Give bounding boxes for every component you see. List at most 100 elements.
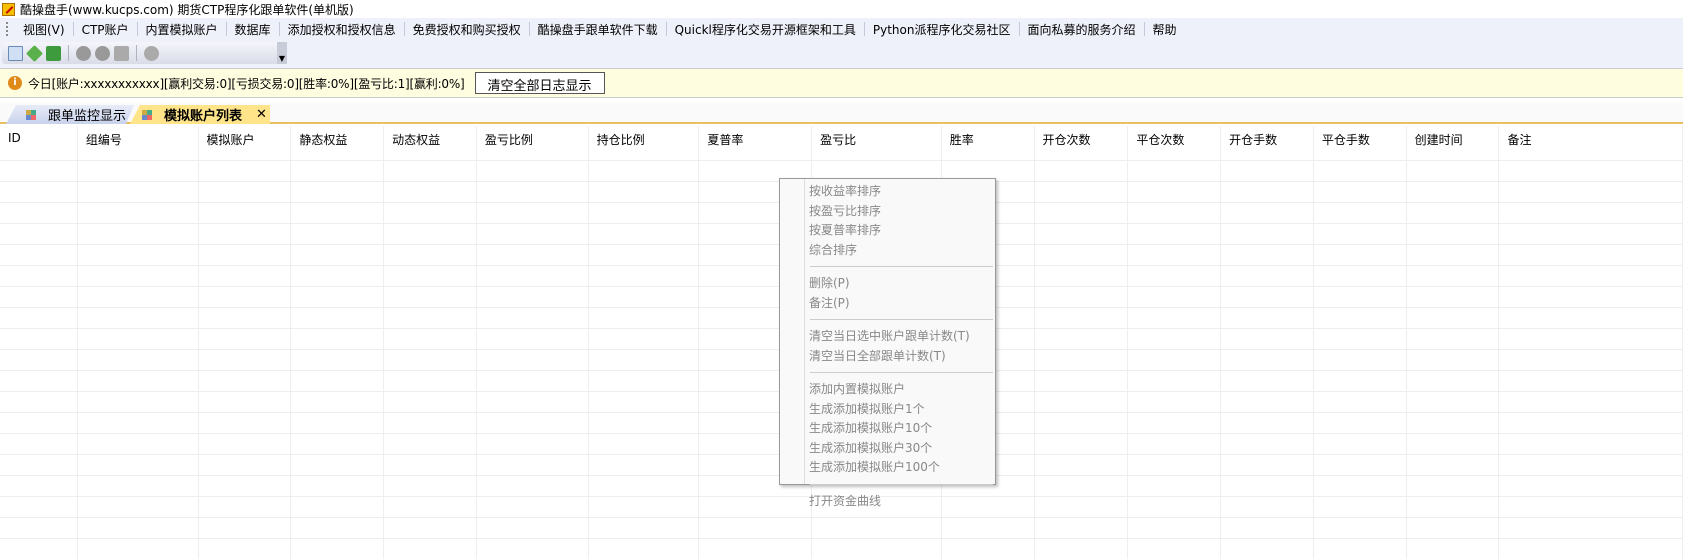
table-cell bbox=[1221, 203, 1314, 223]
table-cell bbox=[199, 224, 292, 244]
context-menu-item[interactable]: 生成添加模拟账户30个 bbox=[780, 439, 995, 459]
menu-item[interactable]: Python派程序化交易社区 bbox=[865, 21, 1019, 38]
table-cell bbox=[589, 266, 700, 286]
table-cell bbox=[1314, 539, 1407, 559]
context-menu-item[interactable]: 按夏普率排序 bbox=[780, 221, 995, 241]
table-cell bbox=[1035, 539, 1129, 559]
close-tab-icon[interactable]: ✕ bbox=[256, 107, 267, 122]
context-menu-item[interactable]: 删除(P) bbox=[780, 274, 995, 294]
context-menu-item[interactable]: 按收益率排序 bbox=[780, 182, 995, 202]
context-menu-item[interactable]: 按盈亏比排序 bbox=[780, 202, 995, 222]
column-header[interactable]: ID bbox=[0, 126, 78, 160]
table-cell bbox=[1221, 308, 1314, 328]
context-menu-item[interactable]: 生成添加模拟账户100个 bbox=[780, 458, 995, 478]
context-menu-item[interactable]: 生成添加模拟账户10个 bbox=[780, 419, 995, 439]
menu-item[interactable]: CTP账户 bbox=[74, 21, 137, 38]
table-cell bbox=[1499, 413, 1683, 433]
column-header[interactable]: 平仓手数 bbox=[1314, 126, 1407, 160]
table-cell bbox=[1128, 182, 1222, 202]
table-cell bbox=[1128, 434, 1222, 454]
table-cell bbox=[477, 161, 589, 181]
menu-item[interactable]: 面向私募的服务介绍 bbox=[1020, 21, 1144, 38]
table-cell bbox=[1035, 497, 1129, 517]
toolbar: ▼ bbox=[2, 42, 287, 64]
menu-item[interactable]: 视图(V) bbox=[15, 21, 73, 38]
table-cell bbox=[199, 308, 292, 328]
table-cell bbox=[1221, 371, 1314, 391]
table-cell bbox=[291, 161, 385, 181]
context-menu-item[interactable]: 备注(P) bbox=[780, 294, 995, 314]
table-cell bbox=[1314, 518, 1407, 538]
column-header[interactable]: 创建时间 bbox=[1407, 126, 1500, 160]
table-cell bbox=[477, 329, 589, 349]
context-menu-item[interactable]: 清空当日选中账户跟单计数(T) bbox=[780, 327, 995, 347]
table-cell bbox=[1407, 182, 1500, 202]
context-menu-item[interactable]: 添加内置模拟账户 bbox=[780, 380, 995, 400]
table-cell bbox=[589, 518, 700, 538]
context-menu-item[interactable]: 综合排序 bbox=[780, 241, 995, 261]
column-header[interactable]: 备注 bbox=[1499, 126, 1683, 160]
table-cell bbox=[0, 308, 78, 328]
clear-log-button[interactable]: 清空全部日志显示 bbox=[474, 72, 605, 94]
column-header[interactable]: 盈亏比 bbox=[812, 126, 942, 160]
menu-item[interactable]: 添加授权和授权信息 bbox=[280, 21, 404, 38]
column-header[interactable]: 开仓次数 bbox=[1035, 126, 1129, 160]
menu-item[interactable]: 内置模拟账户 bbox=[138, 21, 226, 38]
table-cell bbox=[1221, 497, 1314, 517]
table-cell bbox=[477, 455, 589, 475]
home-icon[interactable] bbox=[114, 45, 129, 61]
table-cell bbox=[78, 497, 199, 517]
table-cell bbox=[384, 350, 477, 370]
tab-sim-account-list[interactable]: 模拟账户列表 ✕ bbox=[130, 105, 270, 124]
table-cell bbox=[589, 371, 700, 391]
table-cell bbox=[942, 518, 1035, 538]
table-cell bbox=[589, 455, 700, 475]
upload-icon[interactable] bbox=[95, 45, 110, 61]
download-icon[interactable] bbox=[76, 45, 91, 61]
menu-item[interactable]: 帮助 bbox=[1145, 21, 1185, 38]
table-cell bbox=[1499, 182, 1683, 202]
menu-item[interactable]: 免费授权和购买授权 bbox=[405, 21, 529, 38]
menu-item[interactable]: 数据库 bbox=[227, 21, 279, 38]
table-cell bbox=[1499, 434, 1683, 454]
table-cell bbox=[0, 497, 78, 517]
table-cell bbox=[1499, 518, 1683, 538]
table-cell bbox=[1314, 308, 1407, 328]
column-header[interactable]: 夏普率 bbox=[699, 126, 813, 160]
column-header[interactable]: 静态权益 bbox=[291, 126, 385, 160]
context-menu-item[interactable]: 打开资金曲线 bbox=[780, 492, 995, 512]
menu-item[interactable]: Quickl程序化交易开源框架和工具 bbox=[667, 21, 864, 38]
table-cell bbox=[1407, 329, 1500, 349]
context-menu-item[interactable]: 清空当日全部跟单计数(T) bbox=[780, 347, 995, 367]
table-cell bbox=[199, 497, 292, 517]
table-cell bbox=[199, 476, 292, 496]
column-header[interactable]: 持仓比例 bbox=[589, 126, 700, 160]
column-header[interactable]: 平仓次数 bbox=[1128, 126, 1222, 160]
new-doc-icon[interactable] bbox=[8, 45, 23, 61]
table-cell bbox=[1035, 308, 1129, 328]
column-header[interactable]: 组编号 bbox=[78, 126, 199, 160]
table-cell bbox=[1499, 329, 1683, 349]
column-header[interactable]: 盈亏比例 bbox=[477, 126, 589, 160]
green-stack-icon[interactable] bbox=[46, 45, 61, 61]
grip-handle[interactable] bbox=[6, 22, 9, 36]
context-menu-item[interactable]: 生成添加模拟账户1个 bbox=[780, 400, 995, 420]
table-cell bbox=[1128, 266, 1222, 286]
info-bar: i 今日[账户:xxxxxxxxxxx][赢利交易:0][亏损交易:0][胜率:… bbox=[0, 68, 1683, 98]
table-cell bbox=[384, 539, 477, 559]
table-cell bbox=[1499, 455, 1683, 475]
menu-item[interactable]: 酷操盘手跟单软件下载 bbox=[530, 21, 666, 38]
column-header[interactable]: 开仓手数 bbox=[1221, 126, 1314, 160]
column-header[interactable]: 胜率 bbox=[942, 126, 1035, 160]
toolbar-separator bbox=[136, 45, 137, 61]
table-cell bbox=[78, 245, 199, 265]
table-cell bbox=[1128, 455, 1222, 475]
toolbar-overflow-button[interactable]: ▼ bbox=[277, 42, 287, 64]
green-diamond-icon[interactable] bbox=[26, 44, 43, 62]
column-header[interactable]: 动态权益 bbox=[384, 126, 477, 160]
table-cell bbox=[1407, 161, 1500, 181]
table-cell bbox=[0, 476, 78, 496]
globe-icon[interactable] bbox=[144, 45, 159, 61]
column-header[interactable]: 模拟账户 bbox=[199, 126, 292, 160]
tab-follow-monitor[interactable]: 跟单监控显示 bbox=[6, 105, 134, 124]
